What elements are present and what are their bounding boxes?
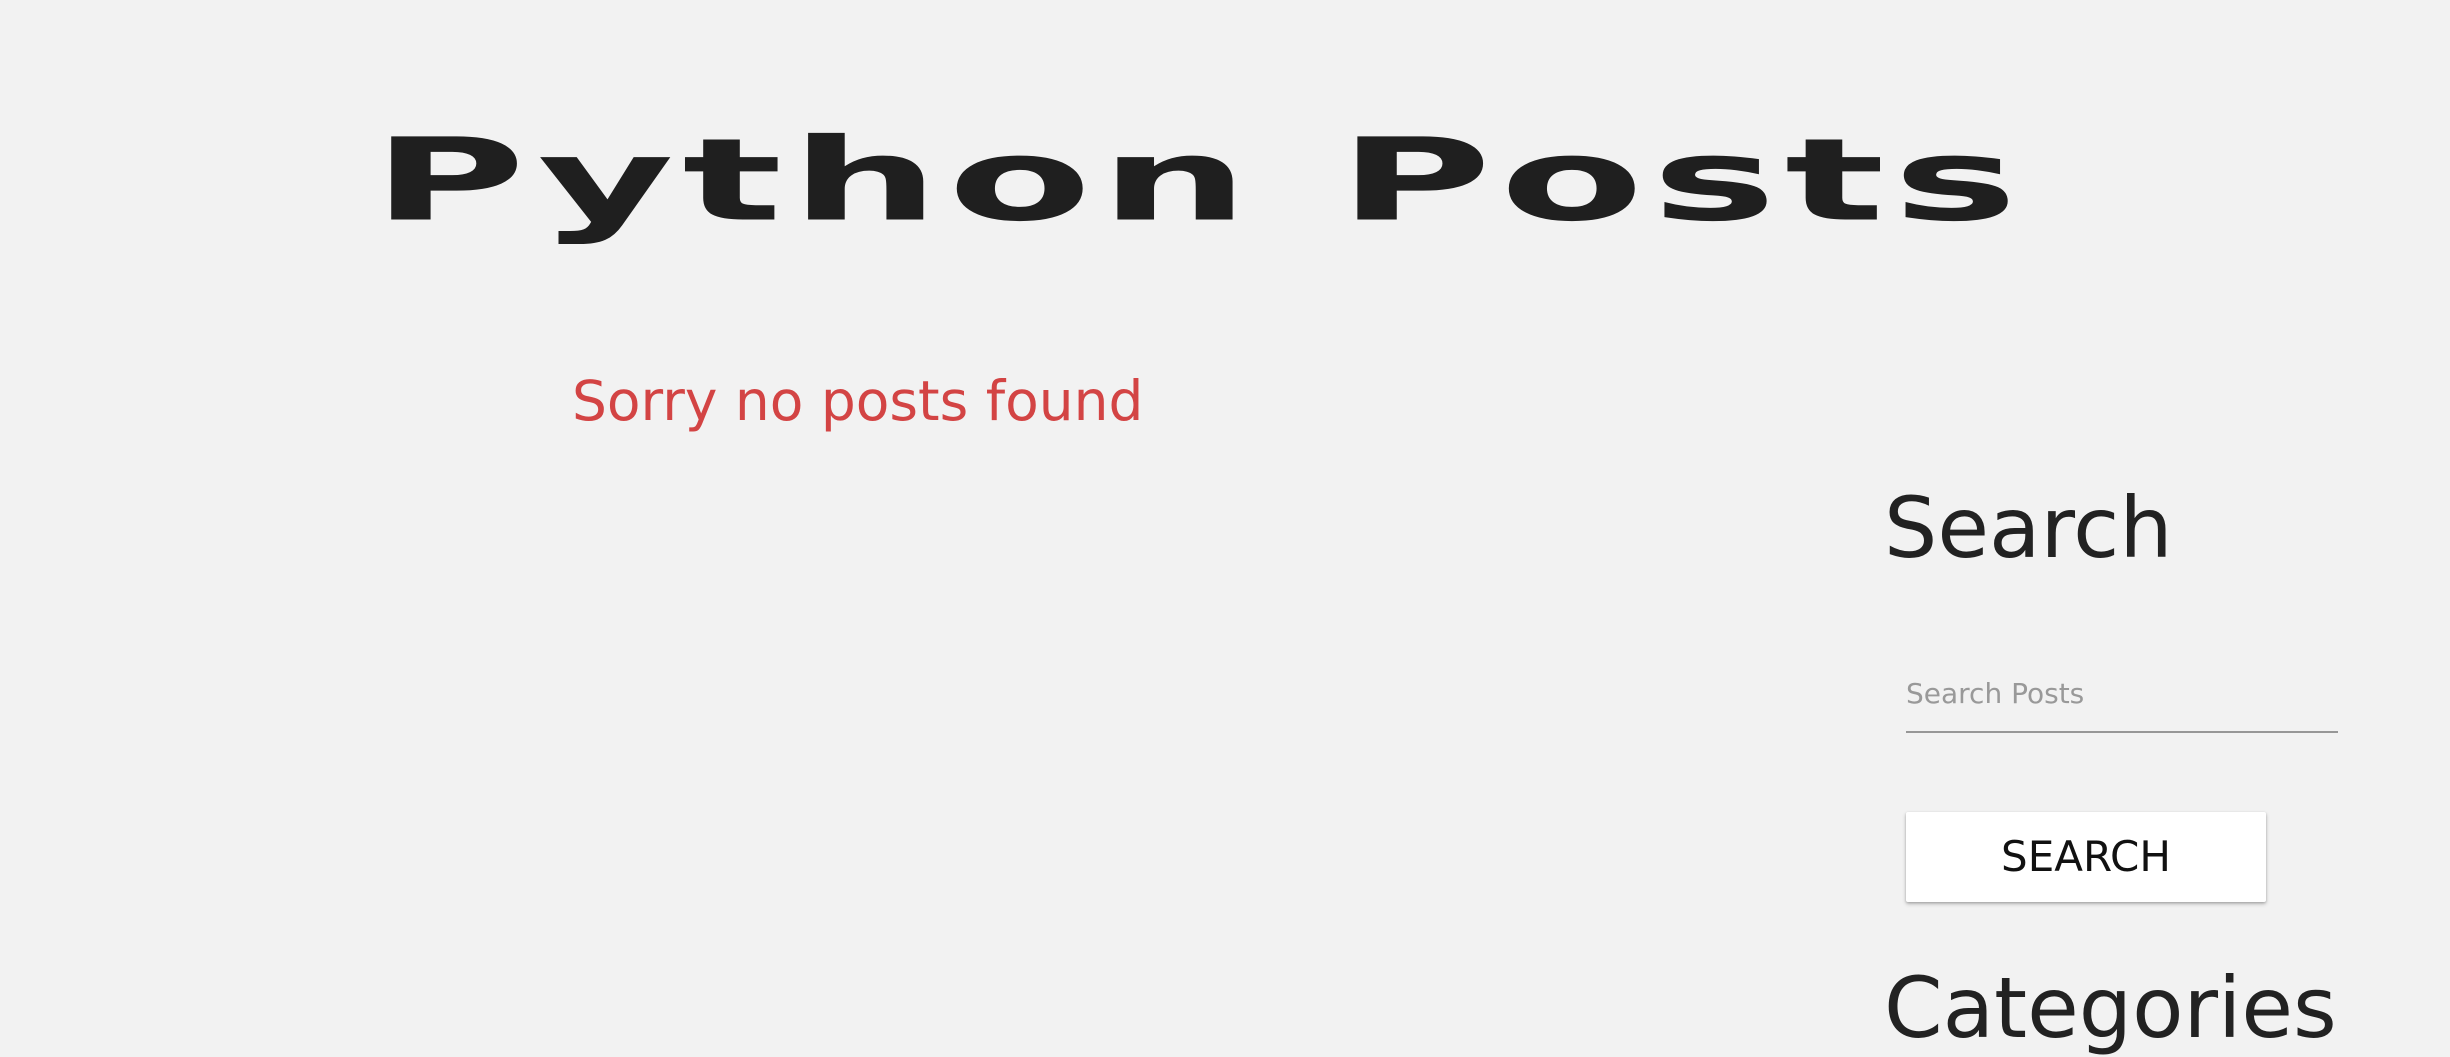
page-title: Python Posts <box>372 114 2026 247</box>
search-field <box>1906 655 2338 733</box>
search-heading: Search <box>1884 479 2173 577</box>
categories-heading: Categories <box>1884 959 2337 1057</box>
search-input[interactable] <box>1906 655 2338 731</box>
no-posts-message: Sorry no posts found <box>572 369 1144 433</box>
search-button[interactable]: SEARCH <box>1906 812 2266 902</box>
sidebar: Search SEARCH Categories <box>1880 0 2340 1050</box>
